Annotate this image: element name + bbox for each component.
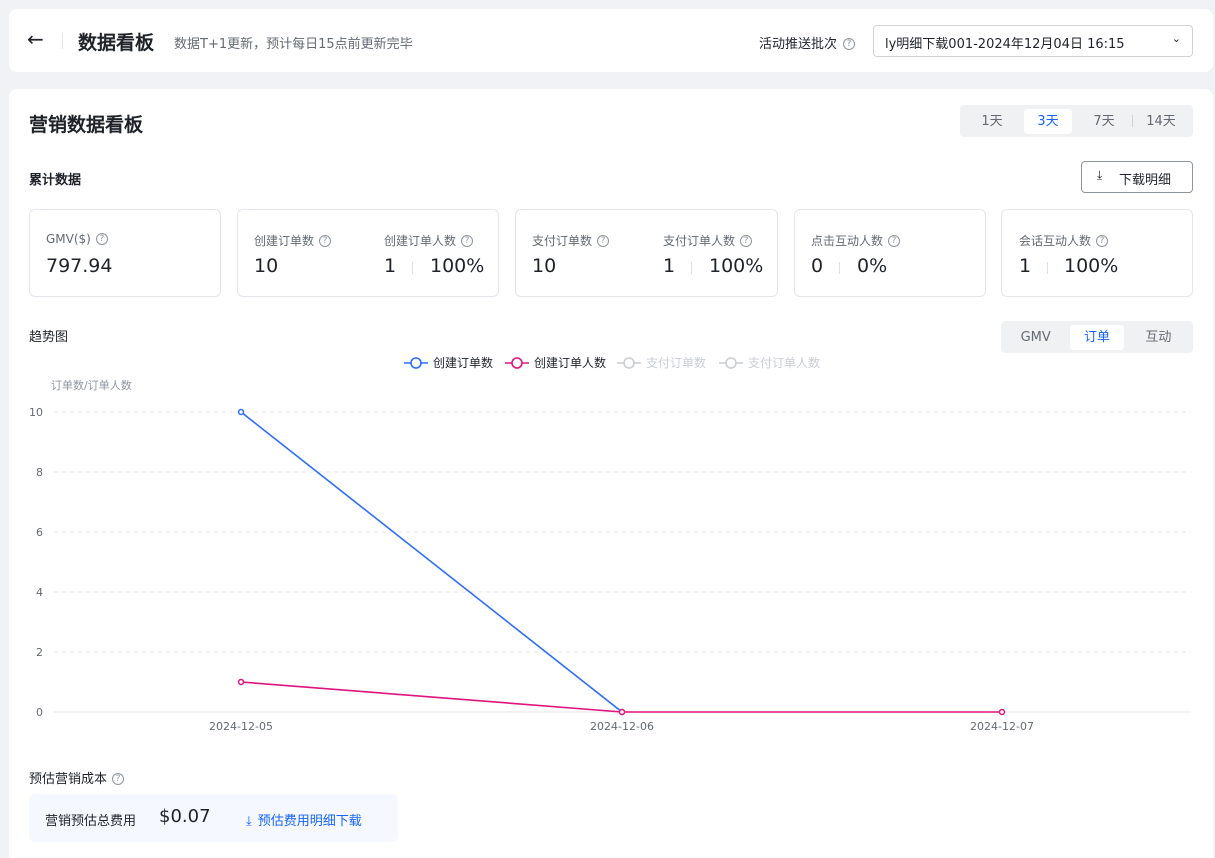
- cost-download-link[interactable]: ⤓ 预估费用明细下载: [246, 810, 362, 829]
- data-point[interactable]: [998, 708, 1006, 716]
- divider: [62, 33, 63, 49]
- legend-label: 创建订单人数: [534, 355, 606, 370]
- data-point[interactable]: [618, 708, 626, 716]
- back-arrow-icon[interactable]: ←: [27, 29, 49, 51]
- help-icon[interactable]: ?: [112, 772, 125, 785]
- x-tick-label: 2024-12-05: [209, 720, 273, 733]
- x-tick-label: 2024-12-06: [590, 720, 654, 733]
- batch-select-value: ly明细下载001-2024年12月04日 16:15: [885, 37, 1125, 52]
- series-line: [240, 681, 1002, 713]
- page-title: 数据看板: [78, 32, 155, 54]
- series-line: [240, 411, 623, 713]
- legend-item[interactable]: 支付订单人数: [719, 355, 820, 370]
- cost-box: 营销预估总费用 $0.07 ⤓ 预估费用明细下载: [29, 794, 398, 842]
- legend-item[interactable]: 创建订单数: [404, 355, 493, 370]
- y-tick-label: 4: [36, 586, 43, 599]
- legend-label: 支付订单数: [646, 355, 706, 370]
- download-icon: ⤓: [246, 814, 252, 829]
- batch-label: 活动推送批次?: [759, 33, 856, 52]
- legend-marker: [410, 357, 422, 369]
- batch-label-text: 活动推送批次: [759, 37, 838, 52]
- legend-item[interactable]: 支付订单数: [617, 355, 706, 370]
- cost-download-label: 预估费用明细下载: [257, 814, 362, 829]
- legend-item[interactable]: 创建订单人数: [505, 355, 606, 370]
- cost-total-label: 营销预估总费用: [45, 814, 137, 829]
- batch-select[interactable]: ly明细下载001-2024年12月04日 16:15 ⌄: [873, 25, 1193, 57]
- cost-label-text: 预估营销成本: [29, 772, 108, 787]
- top-bar: ← 数据看板 数据T+1更新，预计每日15点前更新完毕 活动推送批次? ly明细…: [9, 9, 1213, 72]
- legend-label: 支付订单人数: [748, 355, 820, 370]
- help-icon[interactable]: ?: [843, 37, 856, 50]
- cost-label: 预估营销成本?: [29, 768, 125, 787]
- y-axis-title: 订单数/订单人数: [51, 379, 132, 392]
- data-point[interactable]: [237, 408, 245, 416]
- y-tick-label: 2: [36, 646, 43, 659]
- main-panel: 营销数据看板 1天 3天 7天 14天 累计数据 ⤓ 下载明细 GMV($)? …: [9, 89, 1213, 858]
- y-tick-label: 0: [36, 706, 43, 719]
- page-subtitle: 数据T+1更新，预计每日15点前更新完毕: [174, 37, 413, 52]
- data-point[interactable]: [237, 678, 245, 686]
- y-tick-label: 6: [36, 526, 43, 539]
- legend-marker: [623, 357, 635, 369]
- legend-marker: [511, 357, 523, 369]
- x-tick-label: 2024-12-07: [970, 720, 1034, 733]
- legend-label: 创建订单数: [433, 355, 493, 370]
- cost-total-value: $0.07: [159, 806, 211, 827]
- trend-chart: 创建订单数 创建订单人数 支付订单数 支付订单人数 订单数/订单人数 0246810 …: [29, 355, 1191, 733]
- y-tick-label: 8: [36, 466, 43, 479]
- chevron-down-icon: ⌄: [1171, 32, 1181, 45]
- y-tick-label: 10: [29, 406, 43, 419]
- legend-marker: [725, 357, 737, 369]
